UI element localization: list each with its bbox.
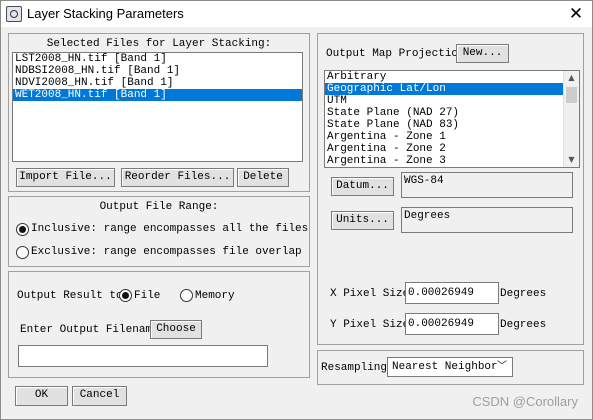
new-projection-button[interactable]: New... [456,44,509,63]
selected-files-heading: Selected Files for Layer Stacking: [46,38,272,50]
choose-button[interactable]: Choose [150,320,202,339]
projection-label: Output Map Projection [326,48,465,60]
scroll-down-icon[interactable]: ▼ [564,154,579,166]
exclusive-radio[interactable] [16,246,29,259]
ok-button[interactable]: OK [15,386,68,406]
selected-files-list[interactable]: LST2008_HN.tif [Band 1] NDBSI2008_HN.tif … [12,52,303,162]
projection-list-item[interactable]: UTM [325,95,563,107]
output-result-label: Output Result to [17,290,123,302]
datum-value: WGS-84 [401,172,573,198]
output-result-group: Output Result to File Memory Enter Outpu… [8,271,310,378]
chevron-down-icon: ﹀ [497,361,507,372]
x-pixel-size-unit: Degrees [500,288,547,300]
reorder-files-button[interactable]: Reorder Files... [121,168,234,187]
file-list-item[interactable]: NDVI2008_HN.tif [Band 1] [13,77,302,89]
projection-list-item[interactable]: Argentina - Zone 2 [325,143,563,155]
memory-radio[interactable] [180,289,193,302]
resampling-value: Nearest Neighbor [392,361,498,373]
resampling-group: Resampling Nearest Neighbor ﹀ [317,350,584,385]
projection-list[interactable]: Arbitrary Geographic Lat/Lon UTM State Plan… [324,70,580,168]
scroll-thumb[interactable] [566,87,577,103]
units-button[interactable]: Units... [331,211,394,230]
output-range-group: Output File Range: Inclusive: range enco… [8,196,310,267]
cancel-button[interactable]: Cancel [72,386,127,406]
watermark: CSDN @Corollary [472,394,578,409]
file-list-item[interactable]: WET2008_HN.tif [Band 1] [13,89,302,101]
output-range-heading: Output File Range: [99,201,219,213]
output-filename-input[interactable] [18,345,268,367]
filename-label: Enter Output Filename [20,324,159,336]
memory-label[interactable]: Memory [195,290,235,302]
inclusive-label[interactable]: Inclusive: range encompasses all the fil… [31,223,308,235]
datum-button[interactable]: Datum... [331,177,394,196]
file-label[interactable]: File [134,290,160,302]
projection-scrollbar[interactable]: ▲ ▼ [563,71,579,167]
y-pixel-size-unit: Degrees [500,319,547,331]
import-file-button[interactable]: Import File... [16,168,115,187]
y-pixel-size-label: Y Pixel Size [330,319,410,331]
dialog-window: Layer Stacking Parameters ✕ Selected Fil… [0,0,593,420]
projection-list-item[interactable]: Arbitrary [325,71,563,83]
resampling-select[interactable]: Nearest Neighbor ﹀ [387,357,513,377]
x-pixel-size-input[interactable]: 0.00026949 [405,282,499,304]
projection-list-item[interactable]: Argentina - Zone 3 [325,155,563,167]
selected-files-group: Selected Files for Layer Stacking: LST20… [8,33,310,192]
projection-list-item[interactable]: State Plane (NAD 27) [325,107,563,119]
y-pixel-size-input[interactable]: 0.00026949 [405,313,499,335]
app-icon [6,6,22,22]
projection-list-item[interactable]: State Plane (NAD 83) [325,119,563,131]
window-title: Layer Stacking Parameters [27,6,184,21]
x-pixel-size-label: X Pixel Size [330,288,410,300]
units-value: Degrees [401,207,573,233]
inclusive-radio[interactable] [16,223,29,236]
close-icon[interactable]: ✕ [566,4,586,24]
file-list-item[interactable]: NDBSI2008_HN.tif [Band 1] [13,65,302,77]
projection-list-item[interactable]: Argentina - Zone 1 [325,131,563,143]
title-bar[interactable]: Layer Stacking Parameters ✕ [1,1,592,27]
exclusive-label[interactable]: Exclusive: range encompasses file overla… [31,246,302,258]
scroll-up-icon[interactable]: ▲ [564,72,579,84]
delete-button[interactable]: Delete [237,168,289,187]
resampling-label: Resampling [321,362,388,374]
projection-list-item[interactable]: Geographic Lat/Lon [325,83,563,95]
file-list-item[interactable]: LST2008_HN.tif [Band 1] [13,53,302,65]
projection-group: Output Map Projection New... Arbitrary Ge… [317,33,584,345]
file-radio[interactable] [119,289,132,302]
